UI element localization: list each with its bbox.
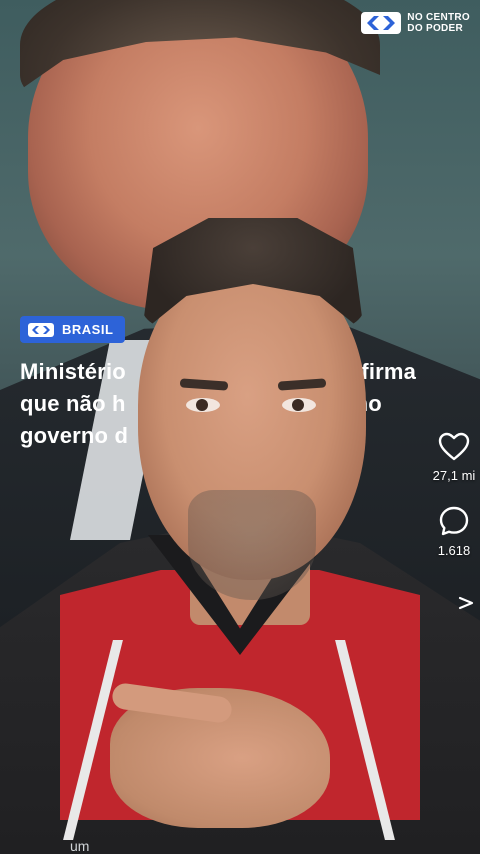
brand-logo-icon xyxy=(361,12,402,34)
badge-label: BRASIL xyxy=(62,322,114,337)
right-eye xyxy=(282,398,316,412)
comment-action[interactable]: 1.618 xyxy=(437,505,471,558)
left-eye xyxy=(186,398,220,412)
foreground-person-beard xyxy=(188,490,316,600)
badge-logo-icon xyxy=(28,322,54,337)
like-count: 27,1 mi xyxy=(432,468,476,483)
channel-logo-text: NO CENTRO DO PODER xyxy=(407,12,470,34)
video-frame[interactable]: NO CENTRO DO PODER BRASIL Ministério con… xyxy=(0,0,480,854)
comment-count: 1.618 xyxy=(437,543,471,558)
channel-logo: NO CENTRO DO PODER xyxy=(361,12,470,34)
side-action-bar: 27,1 mi 1.618 xyxy=(428,432,480,580)
logo-line-2: DO PODER xyxy=(407,23,464,34)
video-caption: um xyxy=(70,838,90,854)
category-badge: BRASIL xyxy=(20,316,126,343)
share-action[interactable] xyxy=(458,596,474,615)
like-action[interactable]: 27,1 mi xyxy=(432,432,476,483)
share-icon[interactable] xyxy=(458,596,474,610)
heart-icon[interactable] xyxy=(438,432,470,462)
comment-icon[interactable] xyxy=(438,505,470,537)
logo-line-1: NO CENTRO xyxy=(407,12,470,23)
